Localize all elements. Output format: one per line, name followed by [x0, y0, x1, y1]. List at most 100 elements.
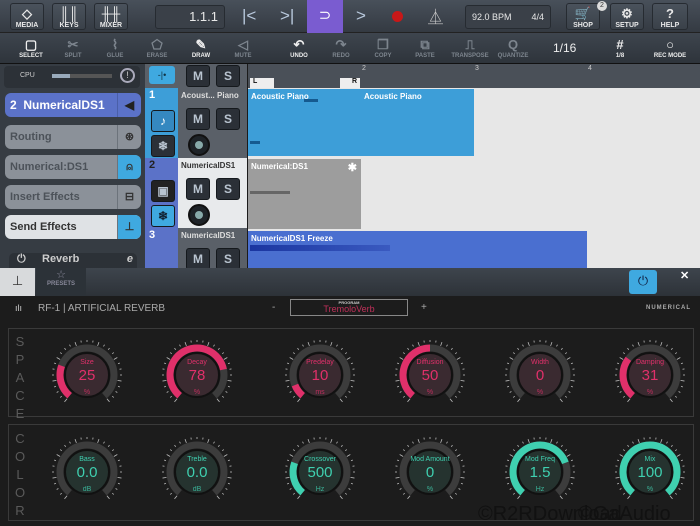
tool-redo-button[interactable]: ↷REDO	[320, 35, 362, 63]
track-width-toggle[interactable]: -|•	[149, 66, 175, 84]
shop-button[interactable]: 🛒SHOP	[566, 3, 600, 30]
tool-glue-button[interactable]: ⌇GLUE	[94, 35, 136, 63]
send-effects-tab[interactable]: ⊥	[0, 268, 35, 296]
right-locator[interactable]: R	[340, 78, 360, 88]
tool-paste-button[interactable]: ⧉PASTE	[404, 35, 446, 63]
knob-damping[interactable]: Damping 31 %	[612, 337, 688, 413]
bars-icon: ılı	[15, 303, 22, 313]
circle-icon: ○	[647, 37, 693, 53]
setup-button[interactable]: ⚙SETUP	[610, 3, 644, 30]
mixer-button[interactable]: ╫╫MIXER	[94, 3, 128, 30]
track-1-mute-button[interactable]: M	[186, 108, 210, 130]
tool-undo-button[interactable]: ↶UNDO	[278, 35, 320, 63]
help-button[interactable]: ?HELP	[652, 3, 688, 30]
routing-button[interactable]: Routing⊛	[5, 125, 141, 149]
global-solo-button[interactable]: S	[216, 65, 240, 87]
track-2-solo-button[interactable]: S	[216, 178, 240, 200]
global-mute-button[interactable]: M	[186, 65, 210, 87]
clip-numericalds1-freeze[interactable]: NumericalDS1 Freeze	[248, 231, 587, 268]
collapse-icon[interactable]: ◀	[117, 93, 141, 117]
insert-effects-button[interactable]: Insert Effects⊟	[5, 185, 141, 209]
knob-crossover[interactable]: Crossover 500 Hz	[282, 434, 358, 510]
track-1[interactable]: 1 Acoust... Piano ♪ M S ❄	[145, 88, 247, 158]
space-label: SPACE	[14, 333, 26, 423]
freeze-icon[interactable]: ❄	[151, 135, 175, 157]
arrangement-view[interactable]: 2 3 4 L R Acoustic Piano Acoustic Piano …	[248, 64, 700, 268]
clip-numerical-ds1[interactable]: Numerical:DS1✱	[248, 159, 361, 229]
knob-diffusion[interactable]: Diffusion 50 %	[392, 337, 468, 413]
freeze-icon[interactable]: ❄	[151, 205, 175, 227]
knob-width[interactable]: Width 0 %	[502, 337, 578, 413]
shop-badge: 2	[597, 1, 607, 11]
track-1-record-button[interactable]	[188, 134, 210, 156]
ds1-instrument-icon: ▣	[151, 180, 175, 202]
tool-select-button[interactable]: ▢SELECT	[10, 35, 52, 63]
reverb-plugin: ılı RF-1 | ARTIFICIAL REVERB - PROGRAMTr…	[0, 296, 700, 525]
cycle-loop-button[interactable]: ⊃	[307, 0, 343, 33]
close-icon[interactable]: ✕	[680, 269, 689, 282]
power-icon[interactable]: ⏻	[17, 253, 26, 266]
tool-transpose-button[interactable]: ⎍TRANSPOSE	[449, 35, 491, 63]
keys-icon: ║║	[53, 6, 85, 22]
star-icon: ☆	[36, 268, 86, 281]
piano-icon: ♪	[151, 110, 175, 132]
tempo-display[interactable]: 92.0 BPM4/4	[465, 5, 551, 29]
tool-quantize-button[interactable]: QQUANTIZE	[492, 35, 534, 63]
numerical-logo: NUMERICAL	[646, 305, 691, 311]
track-1-solo-button[interactable]: S	[216, 108, 240, 130]
instrument-button[interactable]: Numerical:DS1⍝	[5, 155, 141, 179]
program-selector[interactable]: PROGRAMTremoloVerb	[290, 299, 408, 316]
undo-icon: ↶	[278, 37, 320, 53]
track-3-solo-button[interactable]: S	[216, 248, 240, 270]
metronome-icon[interactable]: ⏅	[428, 6, 443, 27]
tool-mute-button[interactable]: ◁MUTE	[222, 35, 264, 63]
knob-mix[interactable]: Mix 100 %	[612, 434, 688, 510]
grid-button[interactable]: #1/8	[599, 35, 641, 63]
track-3[interactable]: 3 NumericalDS1 M S	[145, 228, 247, 268]
knob-treble[interactable]: Treble 0.0 dB	[159, 434, 235, 510]
clip-acoustic-piano-2[interactable]: Acoustic Piano	[361, 89, 474, 156]
tool-erase-button[interactable]: ⬠ERASE	[136, 35, 178, 63]
track-2-mute-button[interactable]: M	[186, 178, 210, 200]
clip-acoustic-piano-1[interactable]: Acoustic Piano	[248, 89, 361, 156]
play-button[interactable]: >	[356, 6, 366, 26]
knob-predelay[interactable]: Predelay 10 ms	[282, 337, 358, 413]
program-next-button[interactable]: +	[421, 302, 427, 313]
quantize-value[interactable]: 1/16	[553, 41, 576, 55]
track-2[interactable]: 2 NumericalDS1 ▣ M S ❄	[145, 158, 247, 228]
record-button[interactable]	[392, 11, 403, 22]
track-3-mute-button[interactable]: M	[186, 248, 210, 270]
position-display[interactable]: 1.1.1	[155, 5, 225, 29]
knob-mod-freq[interactable]: Mod Freq 1.5 Hz	[502, 434, 578, 510]
ruler[interactable]: 2 3 4 L R	[248, 64, 700, 88]
cart-icon: 🛒	[567, 6, 599, 22]
alert-icon[interactable]: !	[120, 68, 135, 83]
tool-split-button[interactable]: ✂SPLIT	[52, 35, 94, 63]
tool-copy-button[interactable]: ❐COPY	[362, 35, 404, 63]
q-icon: Q	[492, 37, 534, 53]
send-effects-button[interactable]: Send Effects⊥	[5, 215, 141, 239]
color-label: COLOR	[14, 430, 26, 520]
rec-mode-button[interactable]: ○REC MODE	[647, 35, 693, 63]
selected-track-header[interactable]: 2 NumericalDS1◀	[5, 93, 141, 117]
knob-size[interactable]: Size 25 %	[49, 337, 125, 413]
left-locator[interactable]: L	[250, 78, 274, 88]
presets-tab[interactable]: ☆PRESETS	[36, 268, 86, 296]
reverb-send-slot[interactable]: Reverb⏻e	[9, 253, 137, 269]
forward-to-end-icon[interactable]: >|	[280, 6, 294, 26]
knob-mod-amount[interactable]: Mod Amount 0 %	[392, 434, 468, 510]
track-2-record-button[interactable]	[188, 204, 210, 226]
keys-button[interactable]: ║║KEYS	[52, 3, 86, 30]
scissors-icon: ✂	[52, 37, 94, 53]
program-prev-button[interactable]: -	[272, 302, 275, 313]
transpose-icon: ⎍	[449, 37, 491, 53]
knob-decay[interactable]: Decay 78 %	[159, 337, 235, 413]
knob-bass[interactable]: Bass 0.0 dB	[49, 434, 125, 510]
rewind-to-start-icon[interactable]: |<	[242, 6, 256, 26]
media-button[interactable]: ◇MEDIA	[10, 3, 44, 30]
edit-icon[interactable]: e	[127, 253, 133, 265]
plugin-power-button[interactable]: ⏻	[629, 270, 657, 294]
tool-draw-button[interactable]: ✎DRAW	[180, 35, 222, 63]
cpu-fill	[52, 74, 70, 78]
track-list: -|• M S 1 Acoust... Piano ♪ M S ❄ 2 Nume…	[145, 64, 247, 268]
